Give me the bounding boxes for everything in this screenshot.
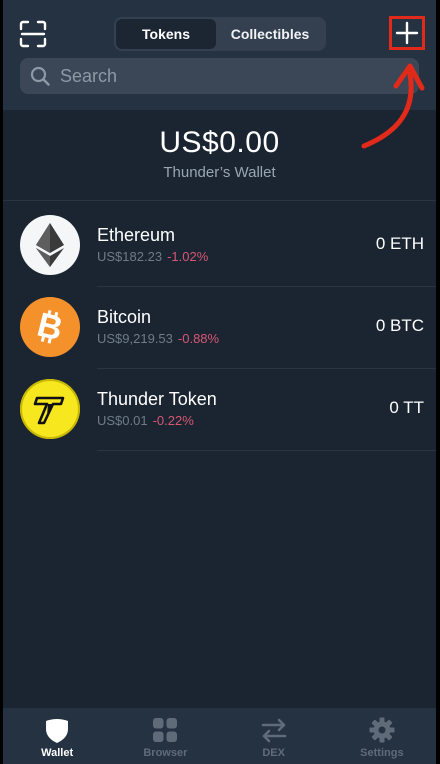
app-screen: Tokens Collectibles US$0.00 Thunder’s Wa… [3,0,436,764]
row-divider [97,450,436,451]
bottom-tab-bar: Wallet Browser DEX Settings [3,708,436,764]
tab-wallet[interactable]: Wallet [3,708,111,764]
total-balance: US$0.00 [159,126,280,159]
tab-label: Settings [360,747,404,759]
search-input[interactable] [58,64,402,88]
search-bar[interactable] [20,58,419,94]
token-price: US$182.23 [97,249,163,264]
add-token-button[interactable] [389,16,425,50]
token-balance: 0 ETH [375,234,424,253]
tab-settings[interactable]: Settings [328,708,436,764]
token-list: Ethereum US$182.23 -1.02% 0 ETH B Bitcoin… [3,205,436,451]
scan-icon[interactable] [19,20,47,48]
divider [3,200,436,201]
token-row-thunder-token[interactable]: Thunder Token US$0.01 -0.22% 0 TT [3,369,436,451]
token-row-ethereum[interactable]: Ethereum US$182.23 -1.02% 0 ETH [3,205,436,287]
grid-icon [153,718,178,742]
token-row-bitcoin[interactable]: B Bitcoin US$9,219.53 -0.88% 0 BTC [3,287,436,369]
token-price: US$0.01 [97,413,148,428]
tab-collectibles[interactable]: Collectibles [216,19,324,49]
tab-dex[interactable]: DEX [220,708,328,764]
token-price: US$9,219.53 [97,331,173,346]
search-icon [30,66,50,86]
bitcoin-icon: B [20,297,80,357]
swap-icon [261,718,286,743]
thunder-token-icon [20,379,80,439]
balance-summary: US$0.00 Thunder’s Wallet [3,126,436,181]
token-change: -0.88% [177,331,220,346]
token-balance: 0 TT [389,398,424,417]
plus-icon [395,21,419,45]
top-header: Tokens Collectibles [3,0,436,110]
segmented-control: Tokens Collectibles [114,17,326,51]
token-price-line: US$182.23 -1.02% [97,249,208,264]
tab-label: DEX [262,747,285,759]
gear-icon [369,717,395,743]
token-change: -0.22% [152,413,194,428]
wallet-name: Thunder’s Wallet [163,164,276,181]
tab-label: Browser [143,747,188,759]
tab-tokens[interactable]: Tokens [116,19,216,49]
tab-browser[interactable]: Browser [111,708,219,764]
token-name: Bitcoin [97,307,152,327]
token-change: -1.02% [167,249,209,264]
shield-icon [46,719,69,743]
token-name: Thunder Token [97,389,217,409]
tab-label: Wallet [41,747,74,759]
token-name: Ethereum [97,225,176,245]
token-price-line: US$9,219.53 -0.88% [97,331,219,346]
ethereum-icon [20,215,80,275]
token-balance: 0 BTC [375,316,424,335]
token-price-line: US$0.01 -0.22% [97,413,194,428]
